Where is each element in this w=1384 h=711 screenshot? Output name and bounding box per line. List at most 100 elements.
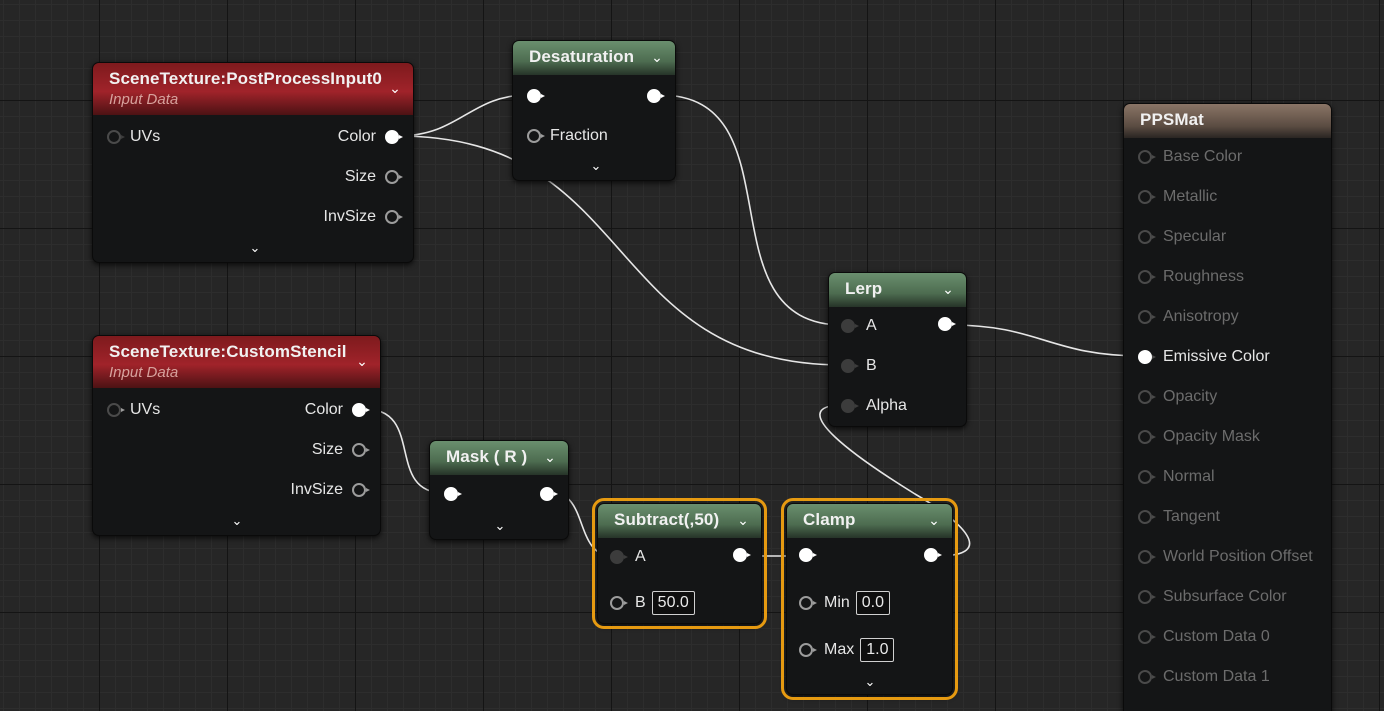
node-header[interactable]: Mask ( R ) ⌄ — [430, 441, 568, 475]
material-input-pin[interactable] — [1138, 630, 1156, 644]
material-graph-canvas[interactable]: SceneTexture:PostProcessInput0 Input Dat… — [0, 0, 1384, 711]
chevron-down-icon[interactable]: ⌄ — [354, 354, 370, 370]
node-material-result[interactable]: PPSMat Base Color Metallic Specular Roughne… — [1123, 103, 1332, 711]
node-mask-r[interactable]: Mask ( R ) ⌄ ⌄ — [429, 440, 569, 540]
input-pin-uvs[interactable] — [107, 130, 125, 144]
node-title: Subtract(,50) — [614, 510, 720, 529]
material-input-pin[interactable] — [1138, 510, 1156, 524]
node-header[interactable]: SceneTexture:PostProcessInput0 Input Dat… — [93, 63, 413, 115]
output-pin-color[interactable] — [352, 403, 370, 417]
chevron-down-icon[interactable]: ⌄ — [586, 160, 606, 174]
pin-label: Roughness — [1163, 268, 1244, 285]
output-pin-result[interactable] — [924, 548, 942, 562]
input-pin-fraction[interactable] — [527, 129, 545, 143]
output-pin-result[interactable] — [733, 548, 751, 562]
wire-post-color-to-desat-in — [397, 94, 529, 137]
output-pin-result[interactable] — [540, 487, 558, 501]
chevron-down-icon[interactable]: ⌄ — [227, 515, 247, 529]
pin-row-max: Max 1.0 — [799, 638, 895, 662]
chevron-down-icon[interactable]: ⌄ — [490, 520, 510, 534]
input-pin-a[interactable] — [610, 550, 628, 564]
output-pin-size[interactable] — [385, 170, 403, 184]
pin-label: Metallic — [1163, 188, 1218, 205]
pin-row-a: A — [841, 317, 877, 335]
material-input-row: Anisotropy — [1138, 308, 1239, 326]
output-pin-size[interactable] — [352, 443, 370, 457]
output-pin-result[interactable] — [647, 89, 665, 103]
output-pin-invsize[interactable] — [352, 483, 370, 497]
node-header[interactable]: Subtract(,50) ⌄ — [598, 504, 761, 538]
pin-label: World Position Offset — [1163, 548, 1313, 565]
pin-label: A — [866, 317, 877, 334]
input-pin-alpha[interactable] — [841, 399, 859, 413]
max-value-field[interactable]: 1.0 — [860, 638, 895, 662]
pin-label: UVs — [130, 401, 161, 418]
chevron-down-icon[interactable]: ⌄ — [860, 676, 880, 690]
chevron-down-icon[interactable]: ⌄ — [940, 282, 956, 298]
material-input-pin[interactable] — [1138, 390, 1156, 404]
node-subtitle: Input Data — [109, 91, 179, 108]
pin-row-b: B 50.0 — [610, 591, 695, 615]
chevron-down-icon[interactable]: ⌄ — [387, 81, 403, 97]
input-pin-default[interactable] — [444, 487, 462, 501]
chevron-down-icon[interactable]: ⌄ — [735, 513, 751, 529]
material-input-row: Metallic — [1138, 188, 1217, 206]
node-desaturation[interactable]: Desaturation ⌄ Fraction ⌄ — [512, 40, 676, 181]
b-value-field[interactable]: 50.0 — [651, 591, 695, 615]
material-input-row: Normal — [1138, 468, 1215, 486]
input-pin-b[interactable] — [610, 596, 628, 610]
node-clamp[interactable]: Clamp ⌄ Min 0.0 Max 1.0 ⌄ — [781, 498, 958, 700]
material-input-pin[interactable] — [1138, 590, 1156, 604]
pin-row-color: Color — [338, 128, 403, 146]
material-input-pin[interactable] — [1138, 310, 1156, 324]
pin-label: Color — [304, 401, 343, 418]
pin-row-uvs: UVs — [107, 128, 160, 146]
node-title: SceneTexture:CustomStencil — [109, 342, 347, 361]
pin-row-invsize: InvSize — [291, 481, 370, 499]
material-input-pin[interactable] — [1138, 430, 1156, 444]
input-pin-a[interactable] — [841, 319, 859, 333]
input-pin-uvs[interactable] — [107, 403, 125, 417]
node-header[interactable]: Lerp ⌄ — [829, 273, 966, 307]
node-title: Lerp — [845, 279, 883, 298]
chevron-down-icon[interactable]: ⌄ — [926, 513, 942, 529]
material-input-pin[interactable] — [1138, 550, 1156, 564]
chevron-down-icon[interactable]: ⌄ — [245, 242, 265, 256]
node-subtract[interactable]: Subtract(,50) ⌄ A B 50.0 — [592, 498, 767, 629]
output-pin-result[interactable] — [938, 317, 956, 331]
pin-label: Size — [311, 441, 343, 458]
min-value-field[interactable]: 0.0 — [855, 591, 891, 615]
output-pin-invsize[interactable] — [385, 210, 403, 224]
material-input-pin[interactable] — [1138, 150, 1156, 164]
input-pin-default[interactable] — [527, 89, 545, 103]
output-pin-color[interactable] — [385, 130, 403, 144]
material-input-pin[interactable] — [1138, 190, 1156, 204]
node-header[interactable]: SceneTexture:CustomStencil Input Data ⌄ — [93, 336, 380, 388]
node-scene-texture-custom-stencil[interactable]: SceneTexture:CustomStencil Input Data ⌄ … — [92, 335, 381, 536]
pin-label: Alpha — [866, 397, 907, 414]
material-input-pin[interactable] — [1138, 230, 1156, 244]
pin-row-invsize: InvSize — [324, 208, 403, 226]
chevron-down-icon[interactable]: ⌄ — [542, 450, 558, 466]
material-input-pin[interactable] — [1138, 350, 1156, 364]
pin-label: Anisotropy — [1163, 308, 1239, 325]
node-header[interactable]: PPSMat — [1124, 104, 1331, 138]
input-pin-default[interactable] — [799, 548, 817, 562]
node-lerp[interactable]: Lerp ⌄ A B Alpha — [828, 272, 967, 427]
input-pin-min[interactable] — [799, 596, 817, 610]
pin-row-min: Min 0.0 — [799, 591, 891, 615]
node-scene-texture-post-process[interactable]: SceneTexture:PostProcessInput0 Input Dat… — [92, 62, 414, 263]
pin-row-output — [647, 89, 665, 103]
material-input-pin[interactable] — [1138, 270, 1156, 284]
material-input-pin[interactable] — [1138, 470, 1156, 484]
chevron-down-icon[interactable]: ⌄ — [649, 50, 665, 66]
input-pin-b[interactable] — [841, 359, 859, 373]
pin-row-size: Size — [311, 441, 370, 459]
material-input-pin[interactable] — [1138, 670, 1156, 684]
node-header[interactable]: Clamp ⌄ — [787, 504, 952, 538]
node-title: Desaturation — [529, 47, 635, 66]
node-header[interactable]: Desaturation ⌄ — [513, 41, 675, 75]
pin-row-b: B — [841, 357, 877, 375]
pin-label: Size — [344, 168, 376, 185]
input-pin-max[interactable] — [799, 643, 817, 657]
